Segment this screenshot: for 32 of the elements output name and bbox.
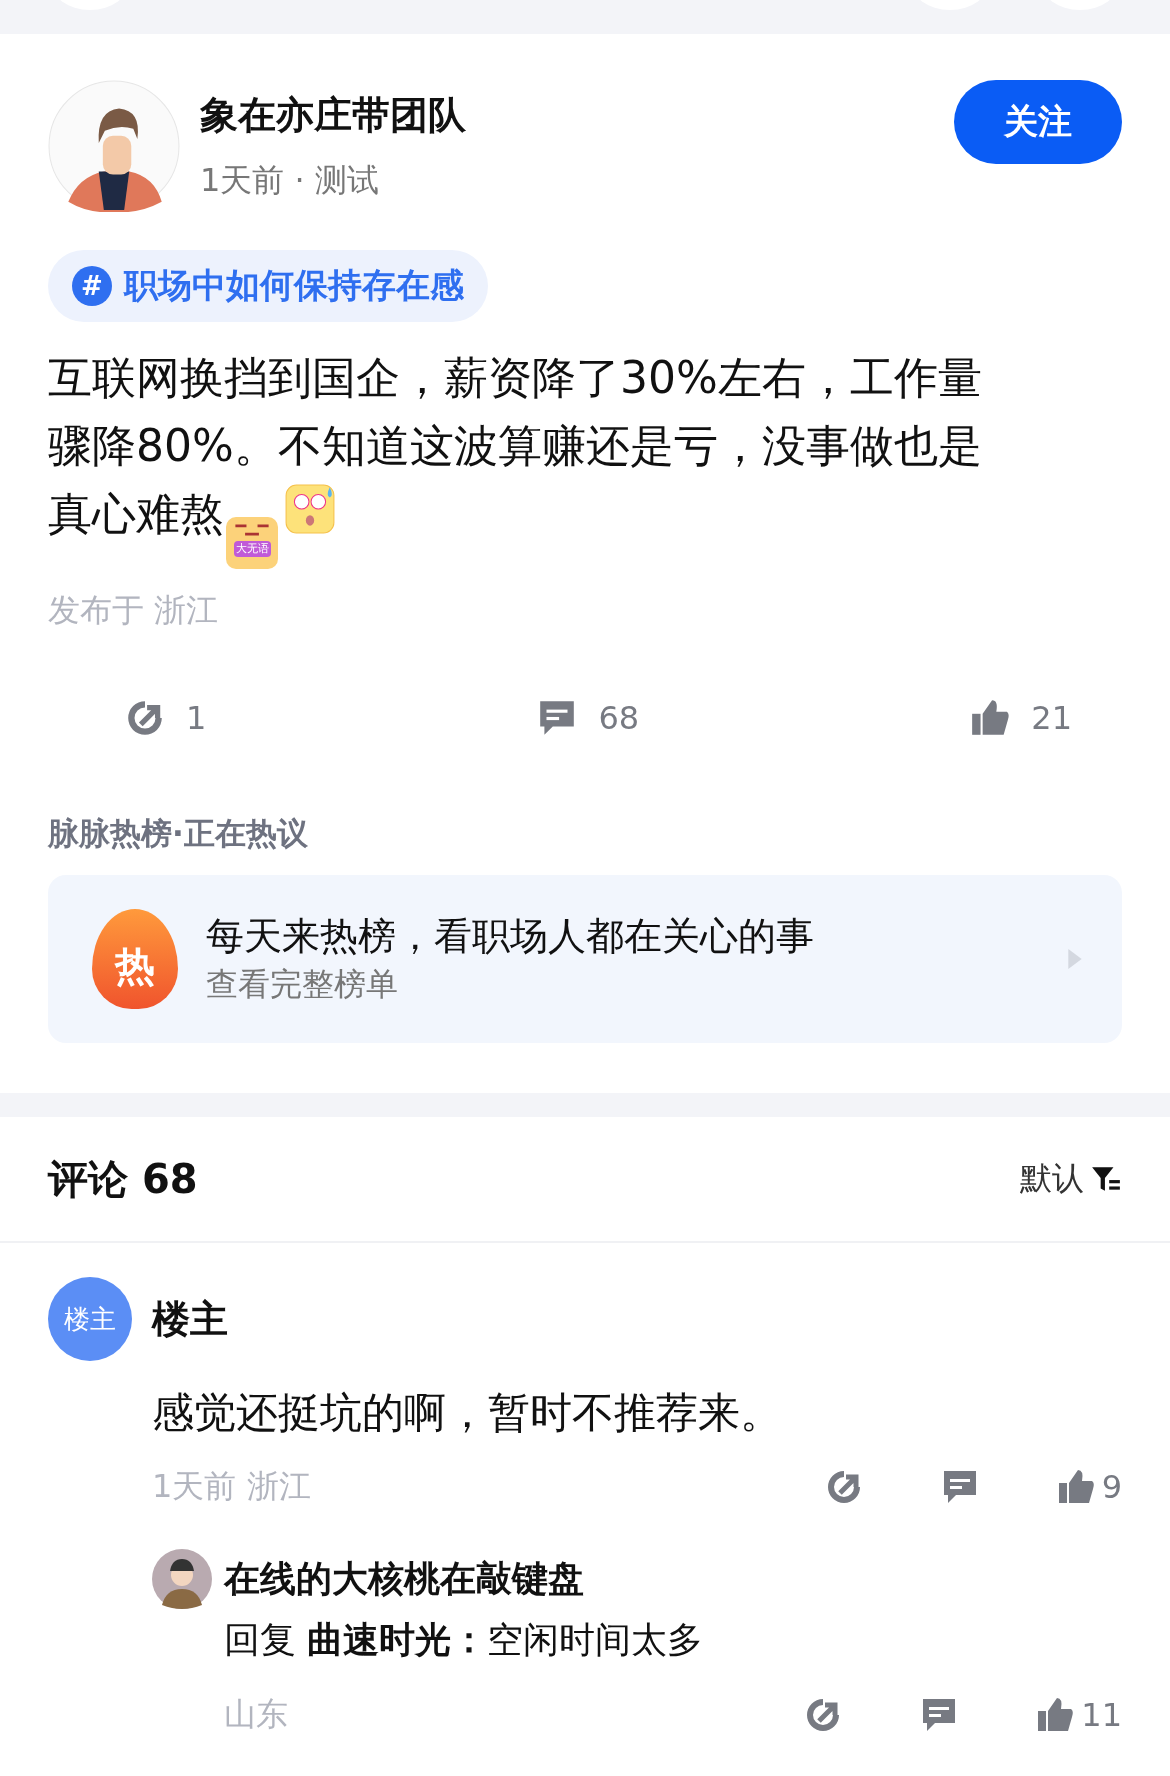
flame-icon: 热 bbox=[92, 909, 178, 1009]
post-text: 互联网换挡到国企，薪资降了30%左右，工作量骤降80%。不知道这波算赚还是亏，没事做也是真心难熬 大无语 bbox=[48, 344, 984, 569]
emoji-icon bbox=[284, 483, 336, 535]
replier-name[interactable]: 在线的大核桃在敲键盘 bbox=[224, 1554, 584, 1604]
sort-label[interactable]: 默认 bbox=[1020, 1157, 1084, 1201]
hot-title: 每天来热榜，看职场人都在关心的事 bbox=[206, 913, 815, 960]
arrow-icon bbox=[1068, 949, 1082, 969]
topic-tag[interactable]: # 职场中如何保持存在感 bbox=[48, 250, 488, 322]
hot-list-card[interactable]: 热 每天来热榜，看职场人都在关心的事 查看完整榜单 bbox=[48, 875, 1122, 1043]
reply-location: 山东 bbox=[224, 1694, 288, 1735]
follow-button[interactable]: 关注 bbox=[954, 80, 1122, 164]
avatar-icon[interactable] bbox=[48, 80, 180, 212]
post-location: 发布于 浙江 bbox=[48, 590, 220, 631]
action-count: 21 bbox=[1031, 699, 1072, 737]
section-title: 脉脉热榜·正在热议 bbox=[48, 814, 309, 853]
face-icon bbox=[234, 523, 270, 537]
post-meta: 1天前 · 测试 bbox=[200, 160, 380, 200]
sticker-icon: 大无语 bbox=[226, 517, 278, 569]
commenter-name[interactable]: 楼主 bbox=[152, 1293, 228, 1345]
comments-title: 评论 68 bbox=[48, 1154, 198, 1204]
like-count: 9 bbox=[1101, 1468, 1122, 1506]
like-count: 11 bbox=[1081, 1696, 1122, 1734]
author-name[interactable]: 象在亦庄带团队 bbox=[200, 90, 954, 140]
action-count: 68 bbox=[598, 699, 640, 737]
topic-label: 职场中如何保持存在感 bbox=[124, 264, 464, 307]
hot-subtitle: 查看完整榜单 bbox=[206, 964, 399, 1005]
comment-text: 感觉还挺坑的啊，暂时不推荐来。 bbox=[152, 1387, 783, 1439]
comment-meta: 1天前 浙江 bbox=[152, 1466, 311, 1507]
avatar-icon[interactable] bbox=[152, 1549, 212, 1609]
hash-icon: # bbox=[72, 266, 112, 306]
action-count: 1 bbox=[186, 699, 207, 737]
reply-text: 回复 曲速时光：空闲时间太多 bbox=[224, 1618, 705, 1662]
